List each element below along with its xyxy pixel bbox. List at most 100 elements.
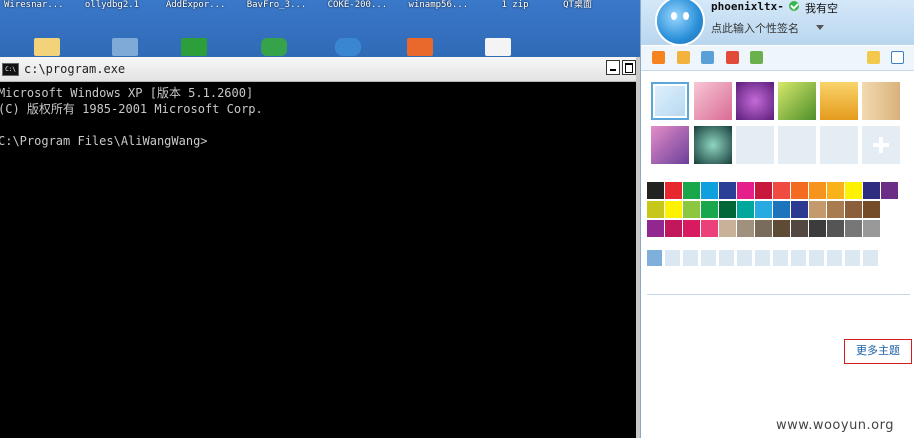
- minimize-button[interactable]: [606, 60, 620, 75]
- console-titlebar[interactable]: C:\ c:\program.exe: [0, 57, 640, 82]
- chat-icon[interactable]: [867, 51, 880, 64]
- taskbar-item-bavfro[interactable]: BavFro_3...: [243, 0, 324, 12]
- color-swatch[interactable]: [683, 182, 700, 199]
- taskbar-item-addexport[interactable]: AddExpor...: [162, 0, 243, 12]
- color-swatch[interactable]: [737, 220, 754, 237]
- color-swatch[interactable]: [683, 201, 700, 218]
- color-swatch[interactable]: [665, 220, 682, 237]
- taskbar-item-coke[interactable]: COKE-200...: [324, 0, 405, 12]
- taskbar-item-ollydbg[interactable]: ollydbg2.1: [81, 0, 162, 12]
- mail-icon[interactable]: [677, 51, 690, 64]
- color-swatch[interactable]: [809, 201, 826, 218]
- color-swatch[interactable]: [719, 201, 736, 218]
- slider-segment[interactable]: [773, 250, 789, 266]
- add-theme-icon[interactable]: [862, 126, 900, 164]
- taskbar-item-zip[interactable]: 1 zip: [485, 0, 559, 12]
- color-swatch[interactable]: [827, 220, 844, 237]
- color-swatch[interactable]: [791, 182, 808, 199]
- slider-segment[interactable]: [647, 250, 663, 266]
- color-swatch[interactable]: [755, 201, 772, 218]
- color-swatch[interactable]: [845, 182, 862, 199]
- color-swatch[interactable]: [881, 182, 898, 199]
- slider-segment[interactable]: [791, 250, 807, 266]
- theme-thumbnail[interactable]: [694, 126, 732, 164]
- folder-icon[interactable]: [34, 38, 60, 56]
- theme-thumbnail[interactable]: [820, 82, 858, 120]
- color-swatch[interactable]: [809, 220, 826, 237]
- theme-picker: 更多主题: [647, 72, 912, 364]
- theme-thumbnail[interactable]: [862, 82, 900, 120]
- slider-segment[interactable]: [683, 250, 699, 266]
- slider-segment[interactable]: [737, 250, 753, 266]
- color-swatch[interactable]: [773, 182, 790, 199]
- color-swatch[interactable]: [773, 201, 790, 218]
- color-swatch[interactable]: [719, 182, 736, 199]
- slider-segment[interactable]: [827, 250, 843, 266]
- color-swatch[interactable]: [791, 201, 808, 218]
- slider-segment[interactable]: [701, 250, 717, 266]
- theme-thumbnail[interactable]: [651, 126, 689, 164]
- empty-theme-slot[interactable]: [736, 126, 774, 164]
- color-swatch[interactable]: [845, 220, 862, 237]
- computer-icon[interactable]: [112, 38, 138, 56]
- color-swatch[interactable]: [863, 182, 880, 199]
- color-swatch[interactable]: [773, 220, 790, 237]
- green-app-icon[interactable]: [181, 38, 207, 56]
- color-swatch[interactable]: [755, 220, 772, 237]
- color-swatch[interactable]: [683, 220, 700, 237]
- app-icon[interactable]: [750, 51, 763, 64]
- avatar[interactable]: [655, 0, 705, 46]
- slider-segment[interactable]: [845, 250, 861, 266]
- shield-app-icon[interactable]: [261, 38, 287, 56]
- console-icon: C:\: [2, 63, 19, 76]
- color-swatch[interactable]: [755, 182, 772, 199]
- taskbar-item-qt-desktop[interactable]: QT桌面: [559, 0, 640, 12]
- color-swatch[interactable]: [827, 201, 844, 218]
- slider-segment[interactable]: [755, 250, 771, 266]
- blue-app-icon[interactable]: [335, 38, 361, 56]
- theme-thumbnail[interactable]: [778, 82, 816, 120]
- color-swatch[interactable]: [665, 201, 682, 218]
- color-swatch[interactable]: [845, 201, 862, 218]
- theme-icon[interactable]: [891, 51, 904, 64]
- color-swatch[interactable]: [701, 182, 718, 199]
- more-themes-link[interactable]: 更多主题: [844, 339, 912, 364]
- color-swatch[interactable]: [647, 220, 664, 237]
- color-swatch[interactable]: [665, 182, 682, 199]
- color-swatch[interactable]: [701, 201, 718, 218]
- color-swatch[interactable]: [737, 182, 754, 199]
- empty-theme-slot[interactable]: [820, 126, 858, 164]
- status-text[interactable]: 我有空: [805, 0, 838, 16]
- chevron-down-icon[interactable]: [816, 25, 824, 30]
- color-swatch[interactable]: [719, 220, 736, 237]
- console-output[interactable]: Microsoft Windows XP [版本 5.1.2600] (C) 版…: [0, 82, 640, 438]
- color-swatch[interactable]: [647, 182, 664, 199]
- color-swatch[interactable]: [809, 182, 826, 199]
- taskbar-item-winamp[interactable]: winamp56...: [405, 0, 486, 12]
- card-icon[interactable]: [701, 51, 714, 64]
- color-swatch[interactable]: [647, 201, 664, 218]
- slider-segment[interactable]: [809, 250, 825, 266]
- taskbar-item-wireshark[interactable]: Wiresnar...: [0, 0, 81, 12]
- theme-thumbnail[interactable]: [736, 82, 774, 120]
- empty-theme-slot[interactable]: [778, 126, 816, 164]
- slider-segment[interactable]: [863, 250, 879, 266]
- theme-thumbnail[interactable]: [694, 82, 732, 120]
- slider-segment[interactable]: [719, 250, 735, 266]
- color-swatch[interactable]: [791, 220, 808, 237]
- color-swatch[interactable]: [701, 220, 718, 237]
- gift-icon[interactable]: [726, 51, 739, 64]
- color-swatch[interactable]: [737, 201, 754, 218]
- taobao-icon[interactable]: [652, 51, 665, 64]
- color-swatch[interactable]: [827, 182, 844, 199]
- slider-segment[interactable]: [665, 250, 681, 266]
- document-icon[interactable]: [485, 38, 511, 56]
- online-status-icon[interactable]: [789, 1, 799, 11]
- color-swatch[interactable]: [863, 201, 880, 218]
- color-swatch[interactable]: [863, 220, 880, 237]
- signature-input[interactable]: 点此输入个性签名: [711, 20, 799, 36]
- orange-app-icon[interactable]: [407, 38, 433, 56]
- theme-thumbnail-selected[interactable]: [651, 82, 689, 120]
- im-panel: phoenixltx- 我有空 点此输入个性签名 更多主题: [640, 0, 914, 438]
- maximize-button[interactable]: [622, 60, 636, 75]
